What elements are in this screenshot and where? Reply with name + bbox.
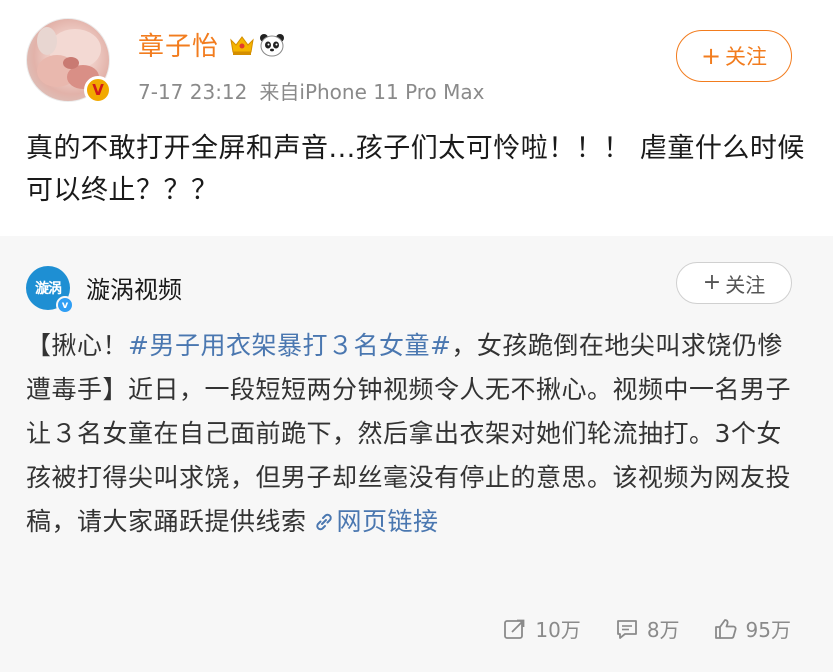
like-count: 95万 bbox=[745, 618, 791, 642]
follow-button[interactable]: + 关注 bbox=[676, 30, 792, 82]
follow-button-label: 关注 bbox=[725, 45, 768, 69]
post-time: 7-17 23:12 bbox=[138, 80, 248, 104]
repost-follow-button[interactable]: + 关注 bbox=[676, 262, 792, 304]
repost-icon bbox=[504, 619, 525, 639]
blue-verified-icon: v bbox=[56, 296, 74, 314]
topic-link[interactable]: #男子用衣架暴打３名女童# bbox=[128, 331, 451, 360]
repost-text-open: 【揪心！ bbox=[26, 331, 129, 360]
avatar[interactable]: V bbox=[26, 18, 112, 104]
comment-action[interactable]: 8万 bbox=[615, 614, 680, 643]
repost-action[interactable]: 10万 bbox=[503, 614, 581, 643]
web-link[interactable]: 网页链接 bbox=[337, 507, 439, 536]
link-icon bbox=[315, 513, 332, 531]
comment-icon bbox=[616, 619, 637, 639]
repost-text: 【揪心！#男子用衣架暴打３名女童#，女孩跪倒在地尖叫求饶仍惨遭毒手】近日，一段短… bbox=[26, 324, 798, 544]
repost-card[interactable]: 漩涡 v 漩涡视频 + 关注 【揪心！#男子用衣架暴打３名女童#，女孩跪倒在地尖… bbox=[0, 236, 833, 672]
thumbs-up-icon bbox=[714, 618, 737, 639]
plus-icon: + bbox=[700, 42, 722, 70]
repost-avatar[interactable]: 漩涡 v bbox=[26, 266, 74, 314]
post-meta: 7-17 23:12 来自iPhone 11 Pro Max bbox=[138, 76, 485, 105]
comment-count: 8万 bbox=[646, 618, 680, 642]
username[interactable]: 章子怡 bbox=[138, 26, 219, 63]
repost-username[interactable]: 漩涡视频 bbox=[86, 270, 182, 305]
crown-icon bbox=[230, 35, 254, 55]
repost-text-body: ，女孩跪倒在地尖叫求饶仍惨遭毒手】近日，一段短短两分钟视频令人无不揪心。视频中一… bbox=[26, 331, 792, 536]
repost-follow-label: 关注 bbox=[725, 272, 766, 297]
repost-count: 10万 bbox=[535, 618, 581, 642]
post-source: 来自iPhone 11 Pro Max bbox=[259, 80, 485, 104]
post-header: V 章子怡 7-17 23:12 来自iPhone 11 Pro Max + 关… bbox=[0, 0, 833, 120]
username-row: 章子怡 bbox=[138, 26, 285, 63]
weibo-post: V 章子怡 7-17 23:12 来自iPhone 11 Pro Max + 关… bbox=[0, 0, 833, 672]
like-action[interactable]: 95万 bbox=[714, 614, 791, 643]
verified-badge-icon: V bbox=[84, 76, 112, 104]
action-bar: 10万 8万 95万 bbox=[469, 614, 791, 643]
panda-icon bbox=[260, 33, 285, 56]
plus-icon: + bbox=[702, 270, 722, 295]
post-text: 真的不敢打开全屏和声音...孩子们太可怜啦！！！ 虐童什么时候可以终止？？？ bbox=[26, 133, 805, 206]
